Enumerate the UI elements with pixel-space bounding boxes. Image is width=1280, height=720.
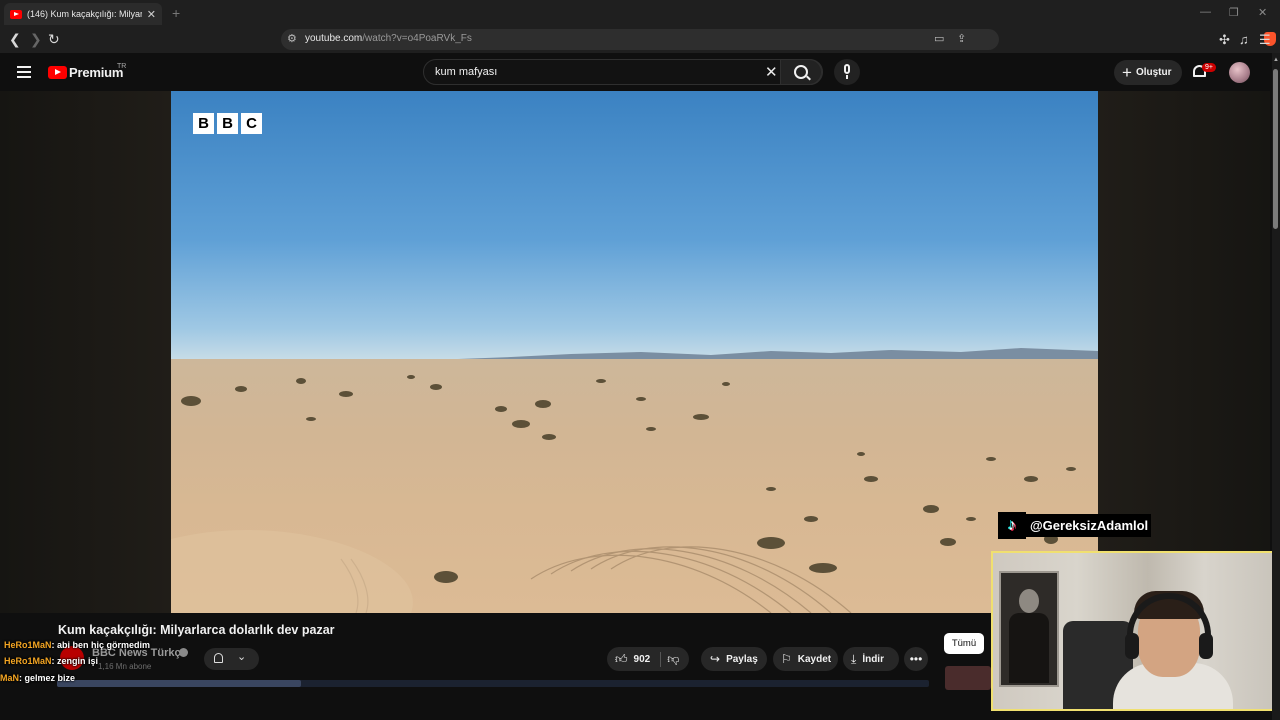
tab-close-icon[interactable]: ✕ bbox=[147, 8, 156, 21]
new-tab-icon[interactable]: + bbox=[172, 5, 180, 21]
extensions-icon[interactable]: ✣ bbox=[1219, 32, 1230, 48]
menu-icon[interactable]: ☰ bbox=[1259, 32, 1271, 48]
download-button[interactable]: ⤓ İndir bbox=[843, 647, 899, 671]
address-bar[interactable]: ⚙ youtube.com/watch?v=o4PoaRVk_Fs ▭ ⇪ bbox=[281, 29, 1276, 50]
save-button[interactable]: ⚐ Kaydet bbox=[773, 647, 838, 671]
tab-title: (146) Kum kaçakçılığı: Milyarlarca dolar… bbox=[27, 9, 142, 19]
like-button[interactable]: 👍︎ 902 👎︎ bbox=[607, 647, 689, 671]
notification-badge: 9+ bbox=[1202, 63, 1216, 72]
scrollbar-thumb[interactable] bbox=[1273, 69, 1278, 229]
thumbs-up-icon: 👍︎ bbox=[615, 651, 628, 666]
bbc-watermark: B B C bbox=[193, 113, 262, 134]
chat-text: : zengin işi bbox=[51, 656, 99, 666]
tiktok-icon: ♪ bbox=[998, 512, 1026, 539]
search-button[interactable] bbox=[780, 59, 822, 85]
plus-icon: + bbox=[1122, 63, 1132, 82]
filter-chip-all[interactable]: Tümü bbox=[944, 633, 984, 654]
like-count: 902 bbox=[633, 653, 651, 665]
verified-icon bbox=[179, 648, 188, 657]
voice-search-icon[interactable] bbox=[834, 59, 860, 85]
search-input[interactable]: kum mafyası bbox=[435, 66, 497, 78]
premium-label[interactable]: Premium bbox=[69, 65, 123, 80]
bbc-letter: B bbox=[217, 113, 238, 134]
save-label: Kaydet bbox=[797, 653, 832, 665]
subscriber-count: 1,16 Mn abone bbox=[98, 662, 152, 671]
share-icon: ↪ bbox=[710, 652, 721, 666]
chat-user: MaN bbox=[0, 673, 20, 683]
like-divider bbox=[660, 651, 662, 667]
scroll-up-icon[interactable]: ▲ bbox=[1273, 57, 1279, 63]
thumbs-down-icon[interactable]: 👎︎ bbox=[667, 652, 679, 667]
download-icon: ⤓ bbox=[851, 651, 857, 666]
share-label: Paylaş bbox=[726, 653, 758, 665]
share-button[interactable]: ↪ Paylaş bbox=[701, 647, 767, 671]
browser-toolbar: ❮ ❯ ↻ ⚙ youtube.com/watch?v=o4PoaRVk_Fs … bbox=[0, 27, 1280, 53]
window-close-icon[interactable]: ✕ bbox=[1258, 6, 1267, 19]
tiktok-overlay: ♪ @GereksizAdamlol bbox=[998, 512, 1152, 539]
recommended-thumbnail[interactable] bbox=[945, 666, 991, 690]
video-title: Kum kaçakçılığı: Milyarlarca dolarlık de… bbox=[58, 623, 335, 637]
bookmark-icon: ⚐ bbox=[781, 652, 792, 666]
url-text[interactable]: youtube.com/watch?v=o4PoaRVk_Fs bbox=[305, 33, 472, 44]
site-settings-icon[interactable]: ⚙ bbox=[287, 32, 297, 45]
tiktok-handle: @GereksizAdamlol bbox=[1026, 514, 1152, 537]
reload-icon[interactable]: ↻ bbox=[48, 31, 60, 48]
video-frame-sky bbox=[171, 91, 1098, 361]
create-label: Oluştur bbox=[1135, 67, 1172, 78]
region-code: TR bbox=[117, 63, 127, 70]
browser-tab[interactable]: (146) Kum kaçakçılığı: Milyarlarca dolar… bbox=[4, 3, 162, 25]
chevron-down-icon: ⌄ bbox=[237, 651, 247, 663]
chat-message: HeRo1MaN: abi ben hiç görmedim bbox=[4, 640, 150, 650]
chat-message: MaN: gelmez bize bbox=[0, 673, 75, 683]
share-page-icon[interactable]: ⇪ bbox=[957, 32, 966, 45]
portrait-frame bbox=[999, 571, 1059, 687]
more-icon: ••• bbox=[909, 652, 923, 666]
desert-shrubs bbox=[171, 375, 1076, 613]
maximize-icon[interactable]: ❐ bbox=[1229, 6, 1239, 19]
hamburger-menu-icon[interactable] bbox=[17, 66, 31, 78]
forward-icon[interactable]: ❯ bbox=[30, 31, 42, 48]
youtube-favicon-icon bbox=[10, 9, 22, 19]
download-label: İndir bbox=[862, 653, 884, 665]
chat-user: HeRo1MaN bbox=[4, 640, 52, 650]
chat-message: HeRo1MaN: zengin işi bbox=[4, 656, 98, 666]
more-actions-button[interactable]: ••• bbox=[904, 647, 928, 671]
search-box[interactable]: kum mafyası ✕ bbox=[423, 59, 823, 85]
create-button[interactable]: + Oluştur bbox=[1114, 60, 1182, 85]
subscribed-button[interactable]: ⌄ bbox=[204, 648, 259, 670]
youtube-logo-icon[interactable] bbox=[48, 66, 67, 79]
youtube-masthead: Premium TR kum mafyası ✕ + Oluştur 9+ bbox=[0, 53, 1280, 91]
progress-bar[interactable] bbox=[57, 680, 929, 687]
chat-text: : abi ben hiç görmedim bbox=[51, 640, 151, 650]
back-icon[interactable]: ❮ bbox=[9, 31, 21, 48]
ambient-left bbox=[0, 91, 171, 613]
media-icon[interactable]: ♫ bbox=[1239, 32, 1249, 47]
avatar[interactable] bbox=[1229, 62, 1250, 83]
bbc-letter: C bbox=[241, 113, 262, 134]
chat-user: HeRo1MaN bbox=[4, 656, 52, 666]
cast-icon[interactable]: ▭ bbox=[934, 32, 944, 45]
search-icon bbox=[794, 65, 808, 79]
progress-fill bbox=[57, 680, 302, 687]
bbc-letter: B bbox=[193, 113, 214, 134]
chat-text: : gelmez bize bbox=[19, 673, 76, 683]
minimize-icon[interactable]: — bbox=[1200, 6, 1211, 18]
video-player[interactable]: B B C bbox=[171, 91, 1098, 613]
page-scrollbar[interactable]: ▲ bbox=[1272, 53, 1280, 720]
streamer-webcam bbox=[991, 551, 1276, 711]
browser-tab-bar: (146) Kum kaçakçılığı: Milyarlarca dolar… bbox=[0, 0, 1280, 27]
bell-icon bbox=[214, 653, 223, 663]
clear-search-icon[interactable]: ✕ bbox=[765, 63, 778, 81]
